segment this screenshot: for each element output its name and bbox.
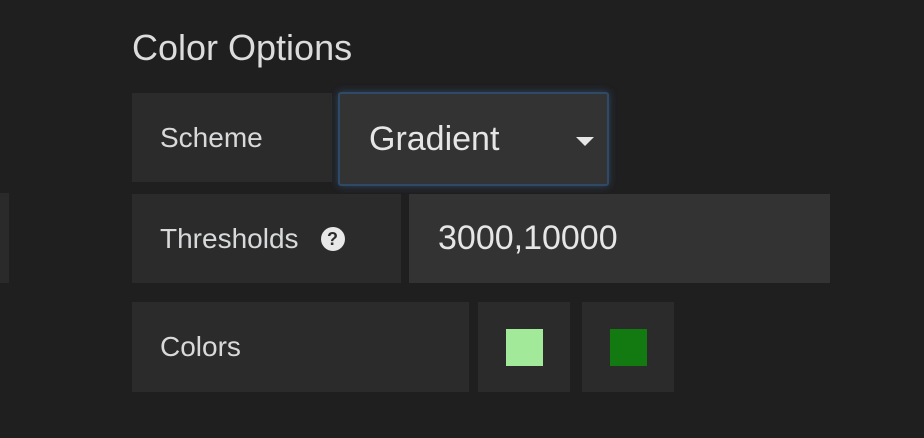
color-options-panel: Color Options Scheme Gradient Thresholds… xyxy=(0,0,924,438)
thresholds-input[interactable] xyxy=(409,194,830,283)
colors-label: Colors xyxy=(132,302,469,392)
scheme-select-value: Gradient xyxy=(369,119,500,158)
left-panel-edge xyxy=(0,193,9,283)
thresholds-label-text: Thresholds xyxy=(160,222,299,254)
scheme-select[interactable]: Gradient xyxy=(338,92,609,186)
caret-down-icon xyxy=(576,137,594,146)
color-swatch-2-fill xyxy=(609,328,647,366)
thresholds-label: Thresholds ? xyxy=(132,194,401,283)
scheme-label-text: Scheme xyxy=(160,121,263,153)
scheme-label: Scheme xyxy=(132,93,332,182)
section-title: Color Options xyxy=(132,27,353,68)
color-swatch-1-fill xyxy=(505,328,543,366)
colors-label-text: Colors xyxy=(160,331,241,362)
color-swatch-1[interactable] xyxy=(478,302,570,392)
color-swatch-2[interactable] xyxy=(582,302,674,392)
question-circle-icon[interactable]: ? xyxy=(320,226,345,251)
